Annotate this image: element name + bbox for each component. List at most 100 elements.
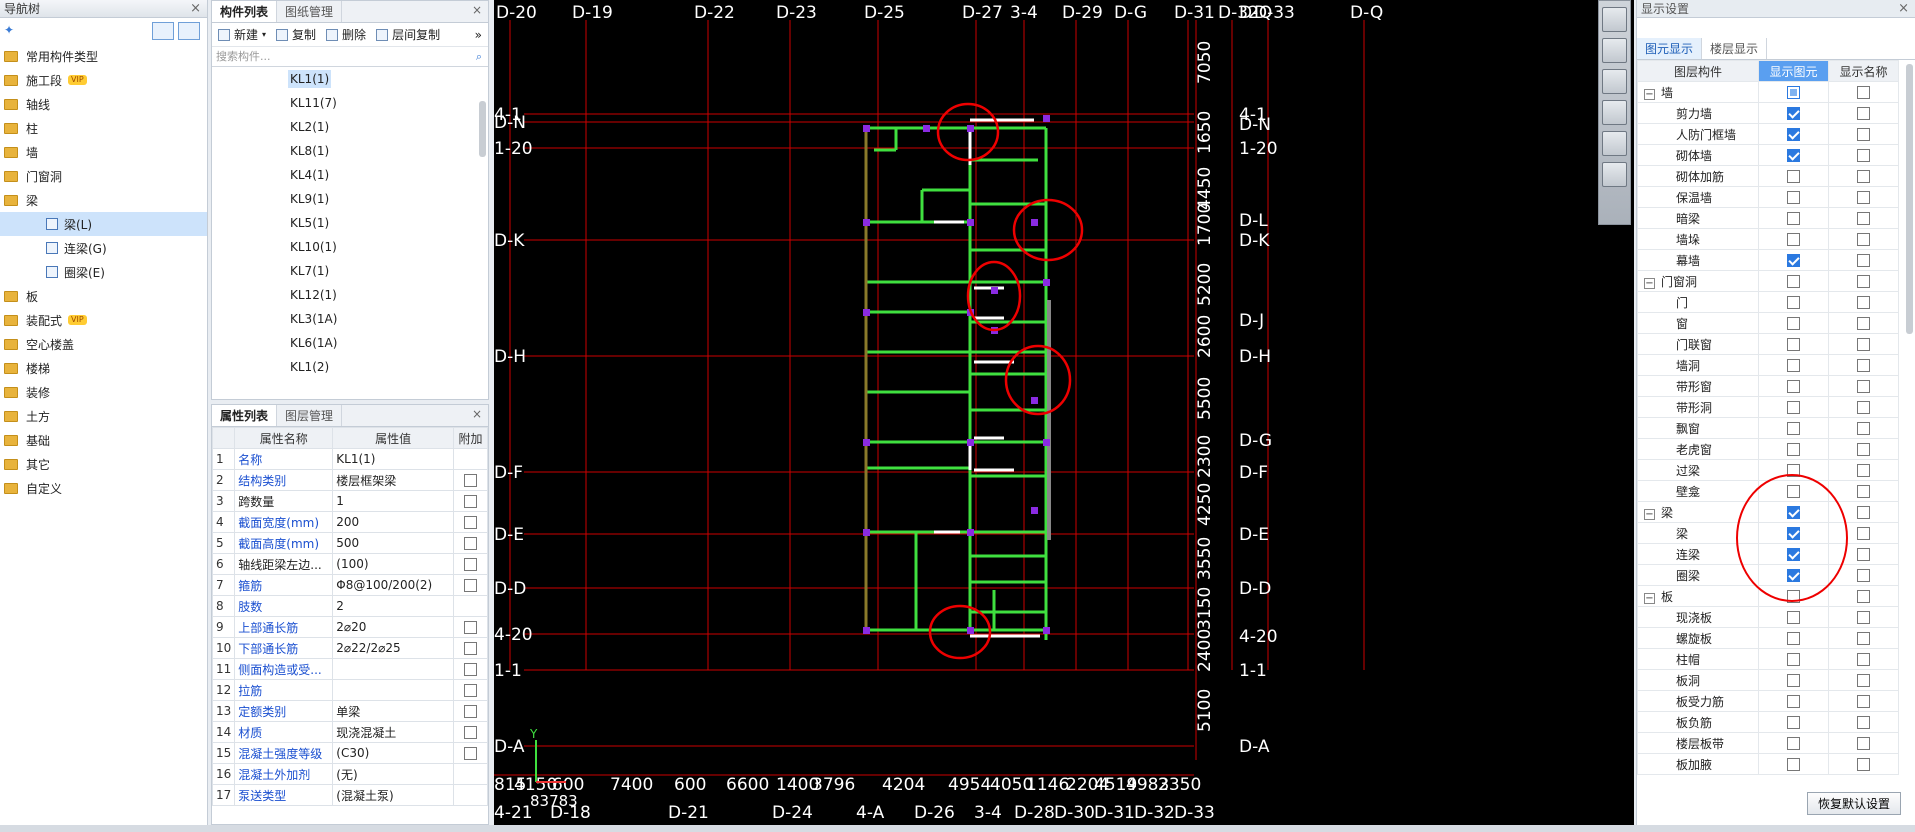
- show-name-checkbox[interactable]: [1857, 443, 1870, 456]
- show-name-checkbox[interactable]: [1857, 632, 1870, 645]
- close-icon[interactable]: ×: [1898, 0, 1909, 18]
- show-element-checkbox[interactable]: [1787, 338, 1800, 351]
- show-element-checkbox[interactable]: [1787, 86, 1800, 99]
- view-top-icon[interactable]: [1602, 69, 1627, 94]
- cube-icon[interactable]: [1602, 100, 1627, 125]
- nav-item[interactable]: 空心楼盖: [0, 332, 207, 356]
- show-element-checkbox[interactable]: [1787, 401, 1800, 414]
- delete-button[interactable]: 删除: [326, 26, 366, 43]
- show-name-checkbox[interactable]: [1857, 275, 1870, 288]
- nav-item[interactable]: 板: [0, 284, 207, 308]
- show-element-checkbox[interactable]: [1787, 632, 1800, 645]
- show-element-checkbox[interactable]: [1787, 737, 1800, 750]
- copy-button[interactable]: 复制: [276, 26, 316, 43]
- show-name-checkbox[interactable]: [1857, 716, 1870, 729]
- property-row[interactable]: 16 混凝土外加剂 (无): [211, 763, 488, 785]
- property-value[interactable]: 单梁: [332, 700, 454, 722]
- show-name-checkbox[interactable]: [1857, 506, 1870, 519]
- extra-checkbox[interactable]: [464, 642, 477, 655]
- show-element-checkbox[interactable]: [1787, 443, 1800, 456]
- show-name-checkbox[interactable]: [1857, 485, 1870, 498]
- scrollbar[interactable]: [479, 101, 486, 157]
- property-value[interactable]: 2: [332, 595, 454, 617]
- nav-item[interactable]: 圈梁(E): [0, 260, 207, 284]
- property-value[interactable]: 200: [332, 511, 454, 533]
- nav-item[interactable]: 楼梯: [0, 356, 207, 380]
- property-value[interactable]: (无): [332, 763, 454, 785]
- property-row[interactable]: 9 上部通长筋 2⌀20: [211, 616, 488, 638]
- property-row[interactable]: 6 轴线距梁左边... (100): [211, 553, 488, 575]
- component-item[interactable]: KL10(1): [212, 235, 488, 259]
- nav-item[interactable]: 其它: [0, 452, 207, 476]
- show-name-checkbox[interactable]: [1857, 527, 1870, 540]
- component-item[interactable]: KL2(1): [212, 115, 488, 139]
- floor-copy-button[interactable]: 层间复制: [376, 26, 440, 43]
- show-name-checkbox[interactable]: [1857, 401, 1870, 414]
- show-element-checkbox[interactable]: [1787, 758, 1800, 771]
- show-element-checkbox[interactable]: [1787, 716, 1800, 729]
- grid-view-icon[interactable]: [1602, 162, 1627, 187]
- component-item[interactable]: KL8(1): [212, 139, 488, 163]
- component-item[interactable]: KL1(1): [212, 67, 488, 91]
- extra-checkbox[interactable]: [464, 621, 477, 634]
- component-item[interactable]: KL3(1A): [212, 307, 488, 331]
- collapse-icon[interactable]: −: [1644, 592, 1655, 604]
- cad-drawing[interactable]: D-20 D-19 D-22 D-23 D-25 D-27 3-4 D-29 D-G D-31 D-…: [494, 0, 1634, 825]
- show-name-checkbox[interactable]: [1857, 338, 1870, 351]
- property-row[interactable]: 15 混凝土强度等级 (C30): [211, 742, 488, 764]
- property-value[interactable]: (100): [332, 553, 454, 575]
- show-name-checkbox[interactable]: [1857, 380, 1870, 393]
- show-element-checkbox[interactable]: [1787, 296, 1800, 309]
- new-button[interactable]: 新建 ▾: [218, 26, 266, 43]
- nav-item[interactable]: 土方: [0, 404, 207, 428]
- show-element-checkbox[interactable]: [1787, 380, 1800, 393]
- show-name-checkbox[interactable]: [1857, 212, 1870, 225]
- property-row[interactable]: 5 截面高度(mm) 500: [211, 532, 488, 554]
- property-value[interactable]: Φ8@100/200(2): [332, 574, 454, 596]
- show-name-checkbox[interactable]: [1857, 464, 1870, 477]
- show-element-checkbox[interactable]: [1787, 149, 1800, 162]
- nav-item[interactable]: 装配式 VIP: [0, 308, 207, 332]
- nav-item[interactable]: 门窗洞: [0, 164, 207, 188]
- property-value[interactable]: KL1(1): [332, 448, 454, 470]
- show-element-checkbox[interactable]: [1787, 275, 1800, 288]
- property-value[interactable]: 500: [332, 532, 454, 554]
- show-element-checkbox[interactable]: [1787, 317, 1800, 330]
- property-row[interactable]: 13 定额类别 单梁: [211, 700, 488, 722]
- search-input[interactable]: 搜索构件... ⌕: [212, 47, 488, 67]
- extra-checkbox[interactable]: [464, 684, 477, 697]
- component-item[interactable]: KL5(1): [212, 211, 488, 235]
- extra-checkbox[interactable]: [464, 495, 477, 508]
- show-name-checkbox[interactable]: [1857, 758, 1870, 771]
- property-row[interactable]: 10 下部通长筋 2⌀22/2⌀25: [211, 637, 488, 659]
- property-value[interactable]: [332, 658, 454, 680]
- property-row[interactable]: 17 泵送类型 (混凝土泵): [211, 784, 488, 806]
- nav-item[interactable]: 装修: [0, 380, 207, 404]
- show-element-checkbox[interactable]: [1787, 170, 1800, 183]
- nav-item[interactable]: 墙: [0, 140, 207, 164]
- show-name-checkbox[interactable]: [1857, 170, 1870, 183]
- rotate-icon[interactable]: [1602, 131, 1627, 156]
- nav-item[interactable]: 柱: [0, 116, 207, 140]
- component-item[interactable]: KL11(7): [212, 91, 488, 115]
- show-name-checkbox[interactable]: [1857, 149, 1870, 162]
- show-element-checkbox[interactable]: [1787, 212, 1800, 225]
- show-name-checkbox[interactable]: [1857, 191, 1870, 204]
- show-name-checkbox[interactable]: [1857, 611, 1870, 624]
- show-element-checkbox[interactable]: [1787, 359, 1800, 372]
- property-row[interactable]: 12 拉筋: [211, 679, 488, 701]
- scrollbar[interactable]: [1906, 64, 1913, 334]
- show-name-checkbox[interactable]: [1857, 296, 1870, 309]
- detail-view-icon[interactable]: [178, 22, 200, 40]
- extra-checkbox[interactable]: [464, 558, 477, 571]
- component-item[interactable]: KL1(2): [212, 355, 488, 379]
- show-name-checkbox[interactable]: [1857, 254, 1870, 267]
- property-value[interactable]: (混凝土泵): [332, 784, 454, 806]
- show-name-checkbox[interactable]: [1857, 569, 1870, 582]
- col-show-element[interactable]: 显示图元: [1758, 60, 1829, 82]
- property-value[interactable]: 现浇混凝土: [332, 721, 454, 743]
- extra-checkbox[interactable]: [464, 726, 477, 739]
- drawing-canvas[interactable]: D-20 D-19 D-22 D-23 D-25 D-27 3-4 D-29 D-G D-31 D-…: [494, 0, 1634, 825]
- property-value[interactable]: [332, 679, 454, 701]
- property-row[interactable]: 2 结构类别 楼层框架梁: [211, 469, 488, 491]
